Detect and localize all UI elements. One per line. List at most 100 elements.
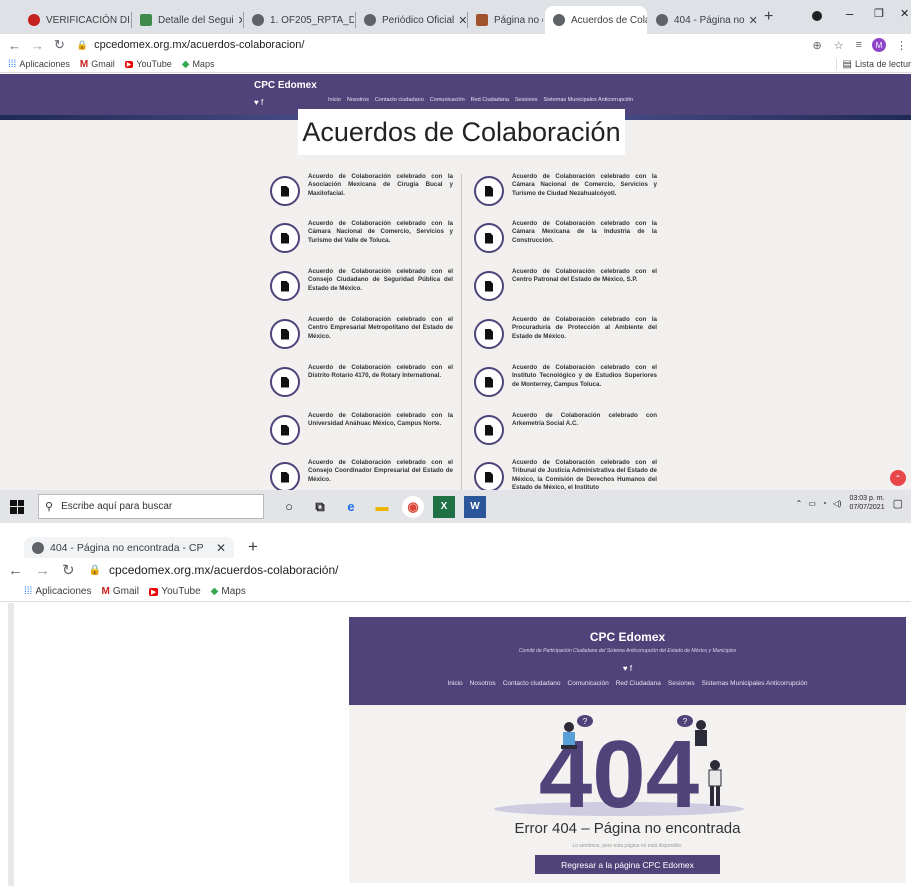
agreement-text[interactable]: Acuerdo de Colaboración celebrado con Ar… <box>512 412 657 429</box>
nav-red-ciudadana[interactable]: Red Ciudadana <box>471 97 509 103</box>
close-icon[interactable]: ✕ <box>745 14 758 27</box>
forward-icon[interactable]: → <box>35 562 50 579</box>
nav-comunicacion[interactable]: Comunicación <box>568 680 609 687</box>
reload-icon[interactable]: ↻ <box>62 561 75 579</box>
tab-periodico[interactable]: Periódico Oficial ✕ <box>356 6 466 34</box>
agreement-card[interactable]: Acuerdo de Colaboración celebrado con el… <box>270 268 465 301</box>
nav-sesiones[interactable]: Sesiones <box>515 97 538 103</box>
close-icon[interactable]: ✕ <box>234 14 242 27</box>
restore-button[interactable]: ❐ <box>874 7 884 20</box>
file-explorer-icon[interactable]: ▬ <box>371 496 393 518</box>
chrome-icon[interactable]: ◉ <box>402 495 424 518</box>
nav-nosotros[interactable]: Nosotros <box>347 97 369 103</box>
nav-inicio[interactable]: Inicio <box>447 680 462 687</box>
nav-contacto[interactable]: Contacto ciudadano <box>503 680 561 687</box>
tab-of205[interactable]: 1. OF205_RPTA_D✕ <box>244 6 354 34</box>
site-logo[interactable]: CPC Edomex <box>254 80 317 91</box>
windows-start-icon[interactable] <box>10 499 24 514</box>
record-icon[interactable] <box>812 11 822 21</box>
tab-404[interactable]: 404 - Página no ✕ <box>648 6 758 34</box>
notifications-icon[interactable]: ▢ <box>893 497 903 510</box>
back-to-home-button[interactable]: Regresar a la página CPC Edomex <box>535 855 720 874</box>
agreement-text[interactable]: Acuerdo de Colaboración celebrado con el… <box>308 459 453 484</box>
agreement-card[interactable]: Acuerdo de Colaboración celebrado con la… <box>474 316 669 349</box>
agreement-card[interactable]: Acuerdo de Colaboración celebrado con el… <box>270 364 465 397</box>
bookmark-maps[interactable]: ◆ Maps <box>182 59 215 70</box>
volume-icon[interactable]: ◁) <box>833 499 842 508</box>
bookmark-gmail[interactable]: M Gmail <box>102 586 139 597</box>
edge-icon[interactable]: e <box>340 496 362 518</box>
agreement-text[interactable]: Acuerdo de Colaboración celebrado con la… <box>512 220 657 245</box>
nav-sistemas-municipales[interactable]: Sistemas Municipales Anticorrupción <box>702 680 808 687</box>
tab-gmail[interactable]: VERIFICACIÓN DI✕ <box>20 6 130 34</box>
url-field[interactable]: cpcedomex.org.mx/acuerdos-colaboracion/ <box>94 39 304 51</box>
agreement-card[interactable]: Acuerdo de Colaboración celebrado con la… <box>270 412 465 445</box>
agreement-card[interactable]: Acuerdo de Colaboración celebrado con el… <box>474 268 669 301</box>
agreement-text[interactable]: Acuerdo de Colaboración celebrado con la… <box>308 173 453 198</box>
close-icon[interactable]: ✕ <box>212 541 226 555</box>
avatar[interactable]: M <box>872 38 886 52</box>
tab-detalle[interactable]: Detalle del Segui✕ <box>132 6 242 34</box>
bookmark-apps[interactable]: ⁞⁞⁞ Aplicaciones <box>8 59 70 70</box>
nav-inicio[interactable]: Inicio <box>328 97 341 103</box>
agreement-text[interactable]: Acuerdo de Colaboración celebrado con el… <box>512 268 657 285</box>
chevron-up-icon[interactable]: ⌃ <box>796 499 803 508</box>
agreement-text[interactable]: Acuerdo de Colaboración celebrado con el… <box>512 459 657 490</box>
bookmark-youtube[interactable]: ▶ YouTube <box>124 59 172 69</box>
agreement-card[interactable]: Acuerdo de Colaboración celebrado con la… <box>474 220 669 253</box>
agreement-card[interactable]: Acuerdo de Colaboración celebrado con el… <box>474 459 669 490</box>
battery-icon[interactable]: ▭ <box>808 499 816 508</box>
back-icon[interactable]: ← <box>8 562 23 579</box>
bookmark-apps[interactable]: ⁞⁞⁞ Aplicaciones <box>24 586 92 597</box>
zoom-icon[interactable]: ⊕ <box>812 39 821 52</box>
minimize-button[interactable]: – <box>846 6 853 21</box>
site-logo[interactable]: CPC Edomex <box>349 630 906 644</box>
new-tab-button[interactable]: + <box>248 537 258 557</box>
menu-icon[interactable]: ⋮ <box>896 39 907 52</box>
nav-contacto[interactable]: Contacto ciudadano <box>375 97 424 103</box>
taskbar-search-input[interactable]: ⚲ Escribe aquí para buscar <box>38 494 264 519</box>
close-window-button[interactable]: ✕ <box>900 7 909 20</box>
agreement-text[interactable]: Acuerdo de Colaboración celebrado con la… <box>308 220 453 245</box>
agreement-card[interactable]: Acuerdo de Colaboración celebrado con la… <box>270 173 465 206</box>
star-icon[interactable]: ☆ <box>834 39 844 52</box>
reload-icon[interactable]: ↻ <box>54 37 65 53</box>
bookmark-gmail[interactable]: M Gmail <box>80 59 115 70</box>
back-icon[interactable]: ← <box>8 38 21 53</box>
new-tab-button[interactable]: + <box>764 8 773 26</box>
cortana-icon[interactable]: ○ <box>278 496 300 518</box>
chevron-up-icon[interactable]: ⌃ <box>890 470 906 486</box>
excel-icon[interactable]: X <box>433 495 455 518</box>
reading-list-icon[interactable]: ≡ <box>856 39 862 51</box>
agreement-card[interactable]: Acuerdo de Colaboración celebrado con el… <box>474 364 669 397</box>
nav-sesiones[interactable]: Sesiones <box>668 680 695 687</box>
agreement-text[interactable]: Acuerdo de Colaboración celebrado con la… <box>308 412 453 429</box>
agreement-text[interactable]: Acuerdo de Colaboración celebrado con el… <box>512 364 657 389</box>
forward-icon[interactable]: → <box>31 38 44 53</box>
word-icon[interactable]: W <box>464 495 486 518</box>
nav-comunicacion[interactable]: Comunicación <box>430 97 465 103</box>
tab-acuerdos[interactable]: Acuerdos de Cola✕ <box>545 6 647 34</box>
agreement-text[interactable]: Acuerdo de Colaboración celebrado con el… <box>308 364 453 381</box>
reading-list-button[interactable]: ▤ Lista de lectur <box>835 58 911 70</box>
agreement-card[interactable]: Acuerdo de Colaboración celebrado con el… <box>270 316 465 349</box>
tab-404[interactable]: 404 - Página no encontrada - CP ✕ <box>24 537 234 558</box>
bookmark-youtube[interactable]: ▶ YouTube <box>148 586 201 597</box>
close-icon[interactable]: ✕ <box>454 14 466 27</box>
scrollbar[interactable] <box>8 603 14 886</box>
agreement-text[interactable]: Acuerdo de Colaboración celebrado con la… <box>512 173 657 198</box>
nav-nosotros[interactable]: Nosotros <box>470 680 496 687</box>
agreement-card[interactable]: Acuerdo de Colaboración celebrado con la… <box>270 220 465 253</box>
agreement-card[interactable]: Acuerdo de Colaboración celebrado con la… <box>474 173 669 206</box>
agreement-text[interactable]: Acuerdo de Colaboración celebrado con la… <box>512 316 657 341</box>
nav-red-ciudadana[interactable]: Red Ciudadana <box>616 680 661 687</box>
agreement-text[interactable]: Acuerdo de Colaboración celebrado con el… <box>308 316 453 341</box>
network-icon[interactable]: ◔ <box>822 499 827 508</box>
bookmark-maps[interactable]: ◆ Maps <box>211 586 246 597</box>
agreement-card[interactable]: Acuerdo de Colaboración celebrado con el… <box>270 459 465 490</box>
task-view-icon[interactable]: ⧉ <box>309 496 331 518</box>
clock[interactable]: 03:03 p. m. 07/07/2021 <box>850 494 885 512</box>
social-icons[interactable]: ♥ f <box>254 98 263 107</box>
agreement-card[interactable]: Acuerdo de Colaboración celebrado con Ar… <box>474 412 669 445</box>
url-field[interactable]: cpcedomex.org.mx/acuerdos-colaboración/ <box>109 563 338 577</box>
